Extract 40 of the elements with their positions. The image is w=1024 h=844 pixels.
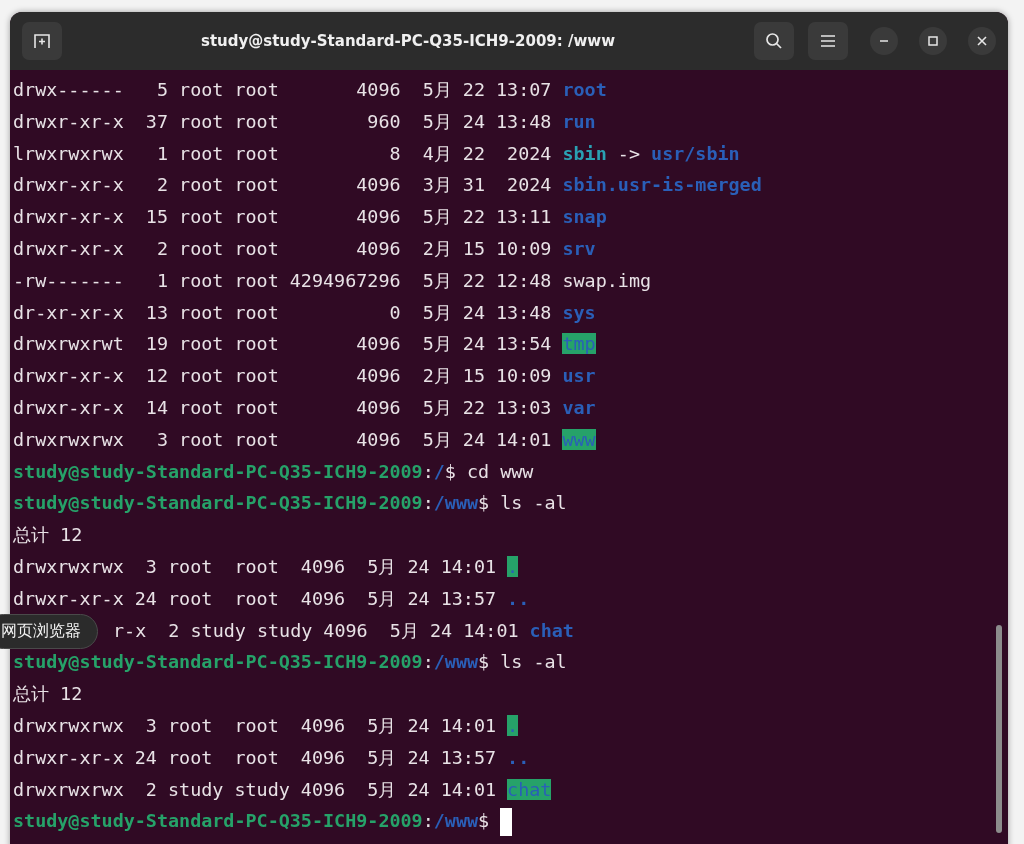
close-icon: [977, 36, 987, 46]
terminal-line: drwxrwxrwx 3 root root 4096 5月 24 14:01 www: [13, 427, 596, 452]
terminal-line: drwx------ 5 root root 4096 5月 22 13:07 root: [13, 78, 607, 102]
terminal-line: drwxr-xr-x 2 root root 4096 2月 15 10:09 srv: [13, 237, 596, 261]
terminal-line: drwxrwxrwx 2 study study 4096 5月 24 14:01 chat: [13, 777, 552, 802]
search-icon: [765, 32, 783, 50]
terminal-line: dr-xr-xr-x 13 root root 0 5月 24 13:48 sys: [13, 300, 596, 325]
prompt-line: study@study-Standard-PC-Q35-ICH9-2009:/www$: [13, 810, 491, 832]
terminal-line: 总计 12: [13, 682, 83, 707]
terminal-line: drwxr-xr-x 12 root root 4096 2月 15 10:09 usr: [13, 364, 596, 389]
new-tab-icon: [33, 32, 51, 50]
menu-button[interactable]: [808, 22, 848, 60]
scrollbar-thumb[interactable]: [996, 625, 1002, 833]
close-button[interactable]: [968, 27, 996, 55]
terminal-line: drwxr-xr-x 24 root root 4096 5月 24 13:57 ..: [13, 745, 530, 770]
terminal-line: drwxr-xr-x 2 root root 4096 3月 31 2024 sbin.usr-is-merged: [13, 173, 762, 198]
terminal-line: study@study-Standard-PC-Q35-ICH9-2009:/www$ ls -al: [13, 491, 567, 516]
terminal-line: r-x 2 study study 4096 5月 24 14:01 chat: [113, 618, 574, 643]
maximize-icon: [928, 36, 938, 46]
new-tab-button[interactable]: [22, 22, 62, 60]
menu-icon: [820, 34, 836, 48]
terminal-line: drwxr-xr-x 15 root root 4096 5月 22 13:11 snap: [13, 205, 607, 230]
text-cursor: [500, 808, 513, 837]
minimize-button[interactable]: [870, 27, 898, 55]
terminal-line: lrwxrwxrwx 1 root root 8 4月 22 2024 sbin -> usr/sbin: [13, 141, 740, 166]
search-button[interactable]: [754, 22, 794, 60]
terminal-line: drwxr-xr-x 37 root root 960 5月 24 13:48 run: [13, 109, 596, 134]
window-title: study@study-Standard-PC-Q35-ICH9-2009: /www: [199, 32, 617, 50]
terminal-line: drwxr-xr-x 14 root root 4096 5月 22 13:03 var: [13, 395, 596, 420]
terminal-line: drwxr-xr-x 24 root root 4096 5月 24 13:57 ..: [13, 586, 530, 611]
terminal-line: -rw------- 1 root root 4294967296 5月 22 12:48 swap.img: [13, 268, 652, 293]
tooltip: 网页浏览器: [0, 614, 98, 649]
terminal-line: 总计 12: [13, 523, 83, 548]
terminal-line: drwxrwxrwx 3 root root 4096 5月 24 14:01 .: [13, 713, 519, 738]
maximize-button[interactable]: [919, 27, 947, 55]
terminal-line: study@study-Standard-PC-Q35-ICH9-2009:/www$ ls -al: [13, 650, 567, 675]
terminal-line: study@study-Standard-PC-Q35-ICH9-2009:/$ cd www: [13, 459, 534, 484]
minimize-icon: [879, 40, 889, 42]
terminal-line: drwxrwxrwt 19 root root 4096 5月 24 13:54 tmp: [13, 332, 596, 357]
terminal-line: drwxrwxrwx 3 root root 4096 5月 24 14:01 .: [13, 554, 519, 579]
